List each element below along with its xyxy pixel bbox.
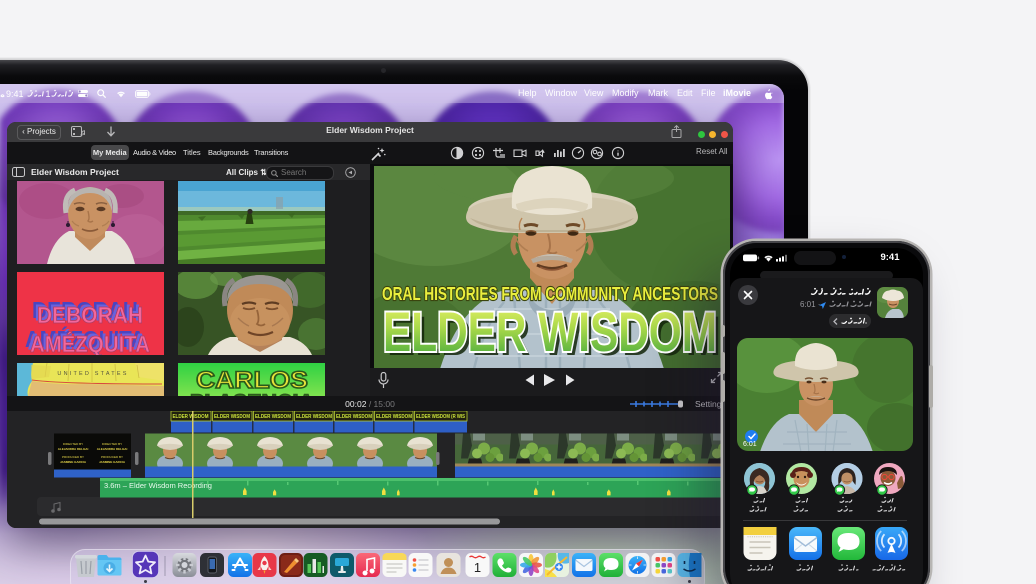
svg-text:JASMINE GARCIA: JASMINE GARCIA	[60, 460, 87, 464]
svg-text:ELDER WISDOM: ELDER WISDOM	[173, 414, 209, 420]
svg-text:1: 1	[474, 560, 481, 575]
svg-text:ELDER WISDOM: ELDER WISDOM	[214, 414, 250, 420]
svg-text:ELDER WISDOM: ELDER WISDOM	[296, 414, 332, 420]
svg-text:ELDER WISDOM (R WIS: ELDER WISDOM (R WIS	[416, 414, 465, 420]
svg-text:9:41: 9:41	[6, 89, 24, 99]
svg-text:ELDER WISDOM: ELDER WISDOM	[255, 414, 291, 420]
svg-text:PRODUCED BY: PRODUCED BY	[62, 455, 84, 459]
svg-text:DIRECTED BY: DIRECTED BY	[102, 442, 122, 446]
svg-text:AMÉZQUITA: AMÉZQUITA	[30, 330, 150, 355]
svg-text:PRODUCED BY: PRODUCED BY	[101, 455, 123, 459]
svg-text:ELDER WISDOM: ELDER WISDOM	[336, 414, 372, 420]
svg-text:JASMINE GARCIA: JASMINE GARCIA	[99, 460, 126, 464]
svg-text:DEBORAH: DEBORAH	[37, 302, 143, 328]
svg-text:1: 1	[46, 89, 51, 99]
svg-text:DIRECTED BY: DIRECTED BY	[63, 442, 83, 446]
svg-text:ELDER WISDOM: ELDER WISDOM	[376, 414, 412, 420]
svg-text:UNITED STATES: UNITED STATES	[57, 371, 128, 377]
svg-text:3.6m – Elder Wisdom Recording: 3.6m – Elder Wisdom Recording	[104, 481, 212, 490]
svg-text:ELDER WISDOM: ELDER WISDOM	[383, 300, 717, 363]
svg-text:ALEJANDRA DELGAI: ALEJANDRA DELGAI	[97, 447, 128, 451]
svg-text:ALEJANDRA DELGAI: ALEJANDRA DELGAI	[58, 447, 89, 451]
